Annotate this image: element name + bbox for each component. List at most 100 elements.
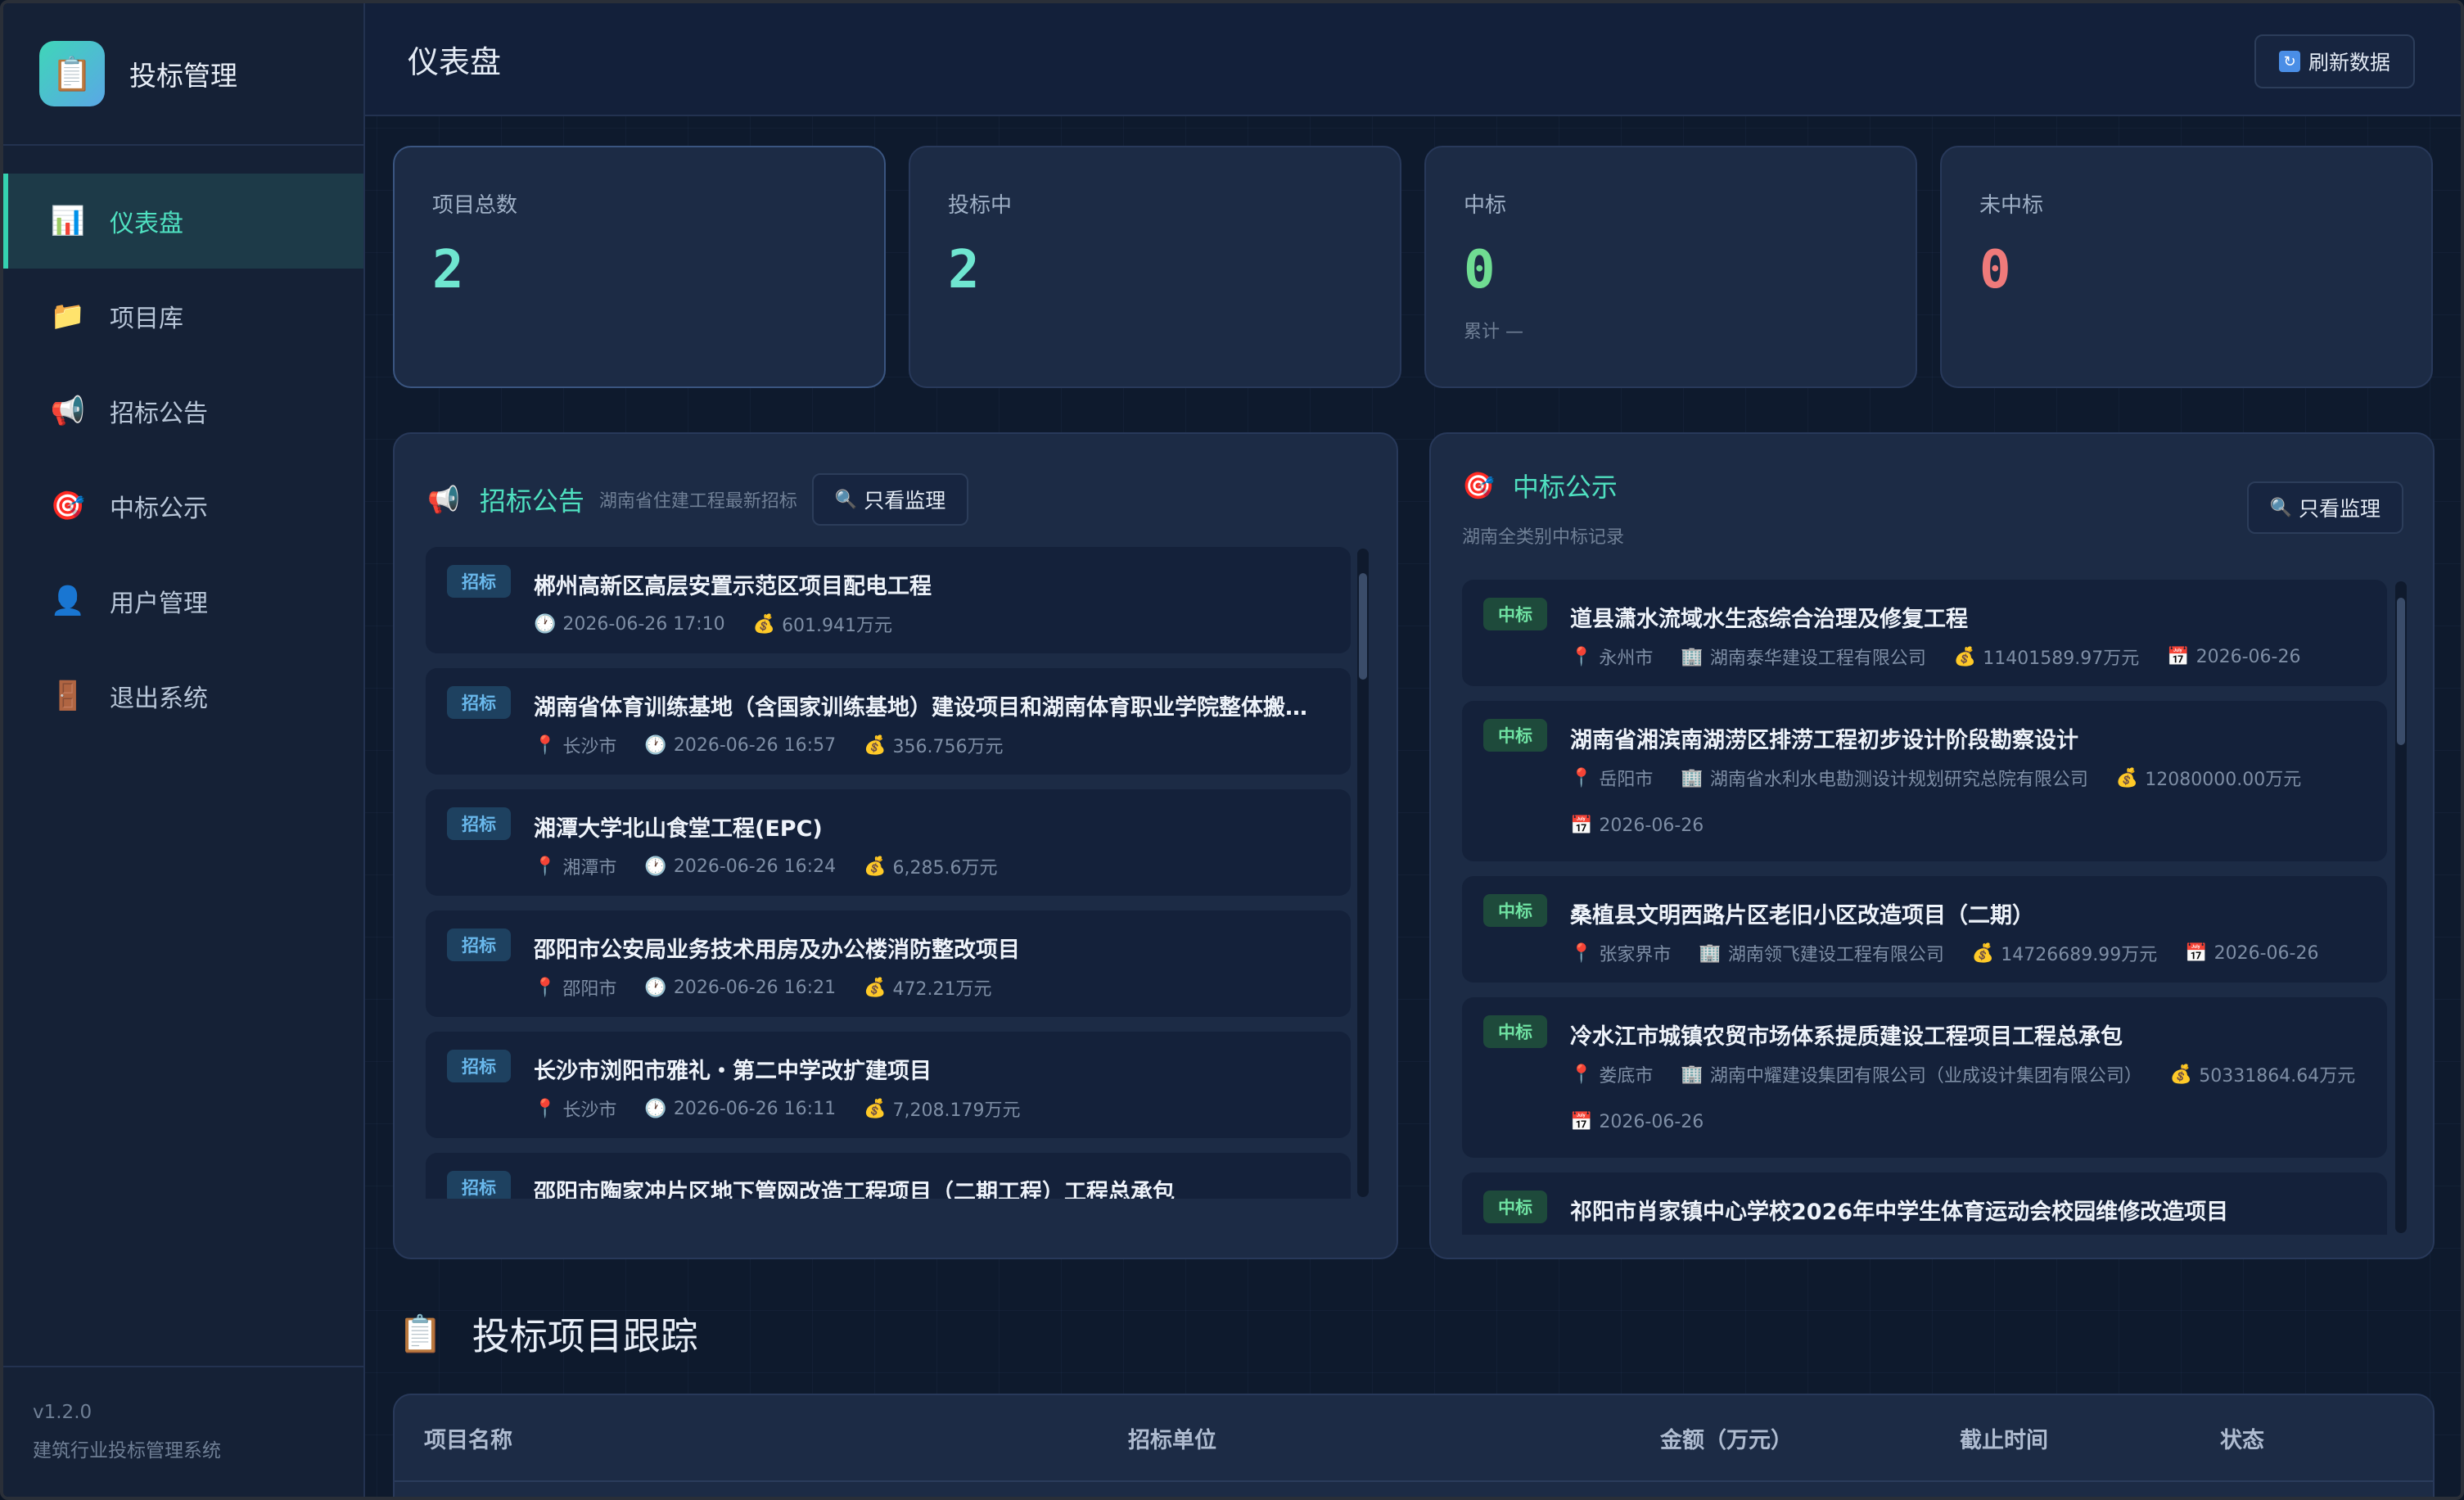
- tender-meta: 📍 长沙市 🕐 2026-06-26 16:57 💰 356.756万元: [534, 732, 1031, 758]
- tender-list-item[interactable]: 招标 长沙市浏阳市雅礼・第二中学改扩建项目 📍 长沙市 🕐 2026-06-26 16:1…: [426, 1032, 1351, 1138]
- publish-time: 2026-06-26 16:24: [673, 856, 837, 877]
- tender-title: 邵阳市公安局业务技术用房及办公楼消防整改项目: [534, 938, 1020, 963]
- award-scrollbar[interactable]: [2395, 581, 2407, 1233]
- column-header-status[interactable]: 状态: [2220, 1422, 2264, 1454]
- tender-title: 邵阳市陶家冲片区地下管网改造工程项目（二期工程）工程总承包: [534, 1180, 1175, 1199]
- column-header-owner[interactable]: 招标单位: [1128, 1422, 1216, 1454]
- megaphone-icon: 📢: [427, 484, 460, 515]
- award-panel: 🎯 中标公示 湖南全类别中标记录 🔍 只看监理 中标 道县潇水流域水生态综合治理及…: [1429, 432, 2435, 1259]
- tender-panel-subtitle: 湖南省住建工程最新招标: [598, 491, 797, 512]
- award-meta-date: 📅 2026-06-26: [1570, 1112, 1731, 1132]
- money-bag-icon: 💰: [752, 613, 776, 635]
- award-list[interactable]: 中标 道县潇水流域水生态综合治理及修复工程 📍 永州市 🏢 湖南泰华建设工程有限公司 💰 11…: [1462, 580, 2387, 1235]
- stat-sub: 累计 —: [1464, 322, 1523, 342]
- award-meta: 📍 岳阳市 🏢 湖南省水利水电勘测设计规划研究总院有限公司 💰 12080000.00万元: [1570, 765, 2329, 791]
- award-meta-date: 📅 2026-06-26: [1570, 816, 1731, 836]
- money-bag-icon: 💰: [864, 1098, 887, 1119]
- sidebar-item-tender-notices[interactable]: 📢 招标公告: [3, 364, 363, 459]
- column-header-amount[interactable]: 金额（万元）: [1660, 1422, 1793, 1454]
- amount-meta: 💰 12080000.00万元: [2116, 765, 2301, 791]
- table-header-row: 项目名称 招标单位 金额（万元） 截止时间 状态: [395, 1395, 2433, 1482]
- award-meta: 📍 娄底市 🏢 湖南中耀建设集团有限公司（业成设计集团有限公司） 💰 50331864.6…: [1570, 1061, 2383, 1087]
- amount: 11401589.97万元: [1983, 648, 2140, 669]
- publish-time: 2026-06-26 16:57: [673, 734, 837, 756]
- award-filter-label: 只看监理: [2298, 497, 2381, 521]
- tender-scrollbar[interactable]: [1357, 549, 1369, 1197]
- city: 张家界市: [1599, 945, 1672, 965]
- tender-filter-button[interactable]: 🔍 只看监理: [811, 473, 969, 526]
- company-meta: 🏢 湖南中耀建设集团有限公司（业成设计集团有限公司）: [1681, 1061, 2141, 1087]
- tender-tag: 招标: [447, 686, 511, 719]
- award-list-item[interactable]: 中标 冷水江市城镇农贸市场体系提质建设工程项目工程总承包 📍 娄底市 🏢 湖南中耀建设集团…: [1462, 997, 2387, 1158]
- city: 永州市: [1599, 648, 1654, 669]
- award-title: 冷水江市城镇农贸市场体系提质建设工程项目工程总承包: [1570, 1024, 2123, 1050]
- tender-list-item[interactable]: 招标 邵阳市公安局业务技术用房及办公楼消防整改项目 📍 邵阳市 🕐 2026-06-26 …: [426, 910, 1351, 1017]
- tender-tag: 招标: [447, 1050, 511, 1082]
- pin-icon: 📍: [1570, 1064, 1593, 1085]
- tracking-table: 项目名称 招标单位 金额（万元） 截止时间 状态: [393, 1394, 2435, 1497]
- system-name: 建筑行业投标管理系统: [33, 1440, 221, 1462]
- award-tag: 中标: [1483, 1015, 1547, 1048]
- tender-panel: 📢 招标公告 湖南省住建工程最新招标 🔍 只看监理 招标 郴州高新区高层安置示范区…: [393, 432, 1398, 1259]
- tender-meta: 📍 邵阳市 🕐 2026-06-26 16:21 💰 472.21万元: [534, 974, 1019, 1001]
- award-list-item[interactable]: 中标 湖南省湘滨南湖涝区排涝工程初步设计阶段勘察设计 📍 岳阳市 🏢 湖南省水利水电勘测设…: [1462, 701, 2387, 861]
- award-title: 桑植县文明西路片区老旧小区改造项目（二期）: [1570, 903, 2034, 928]
- tender-list-item[interactable]: 招标 湖南省体育训练基地（含国家训练基地）建设项目和湖南体育职业学院整体搬迁… 📍 长…: [426, 668, 1351, 775]
- award-list-item[interactable]: 中标 道县潇水流域水生态综合治理及修复工程 📍 永州市 🏢 湖南泰华建设工程有限公司 💰 11…: [1462, 580, 2387, 686]
- award-tag: 中标: [1483, 719, 1547, 752]
- tender-list-item[interactable]: 招标 邵阳市陶家冲片区地下管网改造工程项目（二期工程）工程总承包: [426, 1153, 1351, 1199]
- target-icon: 🎯: [1462, 470, 1495, 501]
- city-meta: 📍 岳阳市: [1570, 765, 1653, 791]
- sidebar-item-logout[interactable]: 🚪 退出系统: [3, 648, 363, 743]
- amount-meta: 💰 7,208.179万元: [864, 1096, 1020, 1122]
- tender-notices-icon: 📢: [50, 395, 86, 427]
- city-meta: 📍 长沙市: [534, 1096, 616, 1122]
- time-meta: 🕐 2026-06-26 16:11: [644, 1099, 836, 1119]
- tender-scroll-thumb[interactable]: [1359, 573, 1367, 680]
- award-panel-title: 中标公示: [1512, 472, 1618, 503]
- tender-list-item[interactable]: 招标 湘潭大学北山食堂工程(EPC) 📍 湘潭市 🕐 2026-06-26 16:24 💰 6…: [426, 789, 1351, 896]
- sidebar-item-project-library[interactable]: 📁 项目库: [3, 269, 363, 364]
- sidebar-item-label: 用户管理: [110, 590, 208, 618]
- sidebar-item-label: 仪表盘: [110, 210, 183, 238]
- pin-icon: 📍: [534, 977, 557, 998]
- clock-icon: 🕐: [534, 613, 557, 635]
- award-tag: 中标: [1483, 598, 1547, 630]
- logout-icon: 🚪: [50, 680, 86, 712]
- dashboard-icon: 📊: [50, 205, 86, 237]
- amount-meta: 💰 356.756万元: [864, 732, 1003, 758]
- tender-meta: 📍 长沙市 🕐 2026-06-26 16:11 💰 7,208.179万元: [534, 1096, 1048, 1122]
- award-list-item[interactable]: 中标 祁阳市肖家镇中心学校2026年中学生体育运动会校园维修改造项目: [1462, 1172, 2387, 1235]
- city: 长沙市: [562, 737, 617, 757]
- award-date: 2026-06-26: [2195, 646, 2301, 667]
- sidebar-item-user-management[interactable]: 👤 用户管理: [3, 553, 363, 648]
- refresh-button[interactable]: ↻ 刷新数据: [2254, 34, 2415, 88]
- refresh-icon: ↻: [2278, 51, 2300, 72]
- amount: 14726689.99万元: [2001, 945, 2158, 965]
- building-icon: 🏢: [1681, 767, 1704, 788]
- amount-meta: 💰 14726689.99万元: [1972, 940, 2157, 966]
- column-header-name[interactable]: 项目名称: [424, 1422, 512, 1454]
- award-list-item[interactable]: 中标 桑植县文明西路片区老旧小区改造项目（二期） 📍 张家界市 🏢 湖南领飞建设工程有限公…: [1462, 876, 2387, 983]
- tender-title: 长沙市浏阳市雅礼・第二中学改扩建项目: [534, 1059, 932, 1084]
- stat-label: 项目总数: [432, 193, 518, 218]
- sidebar-item-dashboard[interactable]: 📊 仪表盘: [3, 174, 363, 269]
- money-bag-icon: 💰: [864, 734, 887, 756]
- amount: 356.756万元: [892, 737, 1004, 757]
- tender-list-item[interactable]: 招标 郴州高新区高层安置示范区项目配电工程 🕐 2026-06-26 17:10 💰 60…: [426, 547, 1351, 653]
- sidebar-item-award-notices[interactable]: 🎯 中标公示: [3, 459, 363, 553]
- award-tag: 中标: [1483, 894, 1547, 927]
- sidebar: 📋 投标管理 📊 仪表盘 📁 项目库 📢 招标公告 🎯 中标公示 👤 用户管理 🚪 退出系统 v1.2…: [3, 3, 365, 1497]
- tender-list[interactable]: 招标 郴州高新区高层安置示范区项目配电工程 🕐 2026-06-26 17:10 💰 60…: [426, 547, 1351, 1199]
- amount: 601.941万元: [782, 616, 893, 636]
- company: 湖南省水利水电勘测设计规划研究总院有限公司: [1709, 770, 2088, 790]
- award-scroll-thumb[interactable]: [2397, 598, 2405, 745]
- tender-title: 湖南省体育训练基地（含国家训练基地）建设项目和湖南体育职业学院整体搬迁…: [534, 695, 1318, 721]
- column-header-deadline[interactable]: 截止时间: [1960, 1422, 2048, 1454]
- stat-value: 2: [432, 240, 464, 300]
- search-icon: 🔍: [2269, 497, 2292, 518]
- city-meta: 📍 邵阳市: [534, 974, 616, 1001]
- clock-icon: 🕐: [644, 977, 667, 998]
- amount: 12080000.00万元: [2145, 770, 2302, 790]
- award-filter-button[interactable]: 🔍 只看监理: [2246, 481, 2403, 534]
